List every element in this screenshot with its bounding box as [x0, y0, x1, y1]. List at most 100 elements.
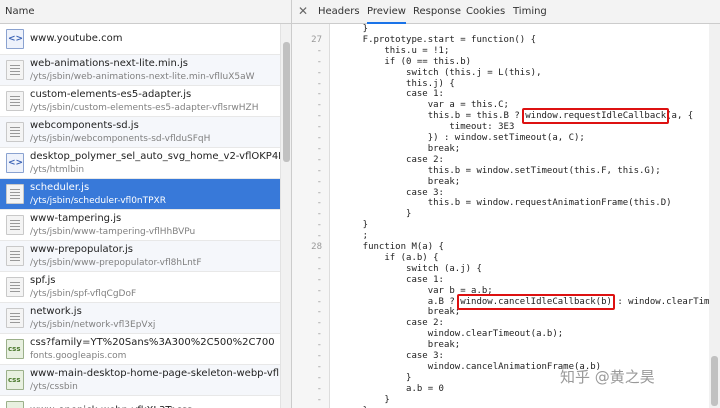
line-number: -	[316, 198, 322, 208]
request-name: css?family=YT%20Sans%3A300%2C500%2C700	[30, 337, 275, 348]
code-line: timeout: 3E3	[341, 122, 515, 132]
request-path: fonts.googleapis.com	[30, 351, 127, 361]
line-number: -	[316, 384, 322, 394]
code-line: break;	[341, 340, 461, 350]
line-number: -	[316, 318, 322, 328]
line-number-gutter: 27------------------28---------------	[292, 24, 330, 408]
request-row[interactable]: custom-elements-es5-adapter.js/yts/jsbin…	[0, 86, 280, 117]
network-request-panel: Name www.youtube.com web-animations-next-…	[0, 0, 292, 408]
request-path: /yts/htmlbin	[30, 165, 85, 175]
line-number: -	[316, 177, 322, 187]
css-file-icon	[6, 401, 24, 408]
details-tab-bar: ✕ Headers Preview Response Cookies Timin…	[292, 0, 720, 24]
js-file-icon	[6, 60, 24, 80]
js-file-icon	[6, 308, 24, 328]
request-path: /yts/jsbin/web-animations-next-lite.min-…	[30, 72, 255, 82]
line-number: -	[316, 155, 322, 165]
code-line: function M(a) {	[341, 242, 444, 252]
request-path: /yts/jsbin/www-prepopulator-vfl8hLntF	[30, 258, 202, 268]
tab-cookies[interactable]: Cookies	[466, 0, 505, 24]
request-path: /yts/cssbin	[30, 382, 78, 392]
code-line: if (0 == this.b)	[341, 57, 472, 67]
request-path: /yts/jsbin/www-tampering-vflHhBVPu	[30, 227, 196, 237]
line-number: -	[316, 231, 322, 241]
line-number: -	[316, 340, 322, 350]
request-name: scheduler.js	[30, 182, 90, 193]
request-list-scroll-thumb[interactable]	[283, 42, 290, 162]
code-line: }	[341, 373, 412, 383]
request-list-scrollbar[interactable]	[280, 24, 291, 408]
code-scrollbar[interactable]	[709, 24, 720, 408]
request-row[interactable]: spf.js/yts/jsbin/spf-vflqCgDoF	[0, 272, 280, 303]
css-file-icon	[6, 339, 24, 359]
request-name: network.js	[30, 306, 82, 317]
request-path: /yts/jsbin/spf-vflqCgDoF	[30, 289, 137, 299]
highlight-box	[457, 294, 615, 310]
watermark: 知乎 @黄之昊	[560, 368, 655, 386]
line-number: -	[316, 264, 322, 274]
request-row[interactable]: www-tampering.js/yts/jsbin/www-tampering…	[0, 210, 280, 241]
js-file-icon	[6, 277, 24, 297]
request-row[interactable]: www-main-desktop-home-page-skeleton-webp…	[0, 365, 291, 396]
line-number: -	[316, 209, 322, 219]
request-row[interactable]: desktop_polymer_sel_auto_svg_home_v2-vfl…	[0, 148, 291, 179]
code-preview[interactable]: 27------------------28--------------- } …	[292, 24, 720, 408]
code-line: case 2:	[341, 155, 444, 165]
line-number: -	[316, 275, 322, 285]
code-line: break;	[341, 307, 461, 317]
preview-panel: ✕ Headers Preview Response Cookies Timin…	[292, 0, 720, 408]
js-file-icon	[6, 91, 24, 111]
request-row[interactable]: css?family=YT%20Sans%3A300%2C500%2C700 fo…	[0, 334, 280, 365]
request-name: www-tampering.js	[30, 213, 122, 224]
js-file-icon	[6, 122, 24, 142]
code-line: var a = this.C;	[341, 100, 509, 110]
code-line: }	[341, 24, 369, 34]
line-number: -	[316, 362, 322, 372]
request-row[interactable]: web-animations-next-lite.min.js/yts/jsbi…	[0, 55, 280, 86]
line-number: -	[316, 373, 322, 383]
code-line: break;	[341, 144, 461, 154]
request-name: www-prepopulator.js	[30, 244, 133, 255]
request-name: www-main-desktop-home-page-skeleton-webp…	[30, 368, 292, 379]
tab-preview[interactable]: Preview	[367, 0, 406, 24]
request-name: custom-elements-es5-adapter.js	[30, 89, 192, 100]
code-line: case 3:	[341, 351, 444, 361]
request-row[interactable]: www-prepopulator.js/yts/jsbin/www-prepop…	[0, 241, 280, 272]
code-line: if (a.b) {	[341, 253, 439, 263]
code-scroll-thumb[interactable]	[711, 356, 718, 406]
request-name: desktop_polymer_sel_auto_svg_home_v2-vfl…	[30, 151, 292, 162]
request-row[interactable]: scheduler.js/yts/jsbin/scheduler-vfl0nTP…	[0, 179, 280, 210]
code-line: window.clearTimeout(a.b);	[341, 329, 564, 339]
request-name: webcomponents-sd.js	[30, 120, 139, 131]
request-row[interactable]: network.js/yts/jsbin/network-vfl3EpVxj	[0, 303, 280, 334]
line-number: -	[316, 307, 322, 317]
request-row[interactable]: www-onepick-webp-vfkXL3Tr.css	[0, 396, 280, 408]
code-line: a.b = 0	[341, 384, 444, 394]
tab-headers[interactable]: Headers	[318, 0, 360, 24]
line-number: -	[316, 395, 322, 405]
js-file-icon	[6, 246, 24, 266]
code-line: case 2:	[341, 318, 444, 328]
line-number: -	[316, 220, 322, 230]
request-path: /yts/jsbin/scheduler-vfl0nTPXR	[30, 196, 166, 206]
name-column-header[interactable]: Name	[0, 0, 291, 24]
tab-response[interactable]: Response	[413, 0, 461, 24]
line-number: 27	[311, 35, 322, 45]
line-number: -	[316, 253, 322, 263]
request-row[interactable]: www.youtube.com	[0, 24, 280, 55]
request-name: web-animations-next-lite.min.js	[30, 58, 188, 69]
line-number: -	[316, 329, 322, 339]
line-number: -	[316, 57, 322, 67]
request-name: spf.js	[30, 275, 56, 286]
code-line: break;	[341, 177, 461, 187]
code-line: }	[341, 395, 390, 405]
request-path: /yts/jsbin/custom-elements-es5-adapter-v…	[30, 103, 259, 113]
request-row[interactable]: webcomponents-sd.js/yts/jsbin/webcompone…	[0, 117, 280, 148]
request-path: /yts/jsbin/network-vfl3EpVxj	[30, 320, 156, 330]
request-name: www.youtube.com	[30, 33, 123, 44]
code-line: }) : window.setTimeout(a, C);	[341, 133, 585, 143]
code-line: }	[341, 220, 369, 230]
close-icon[interactable]: ✕	[298, 4, 308, 18]
tab-timing[interactable]: Timing	[513, 0, 547, 24]
js-file-icon	[6, 215, 24, 235]
